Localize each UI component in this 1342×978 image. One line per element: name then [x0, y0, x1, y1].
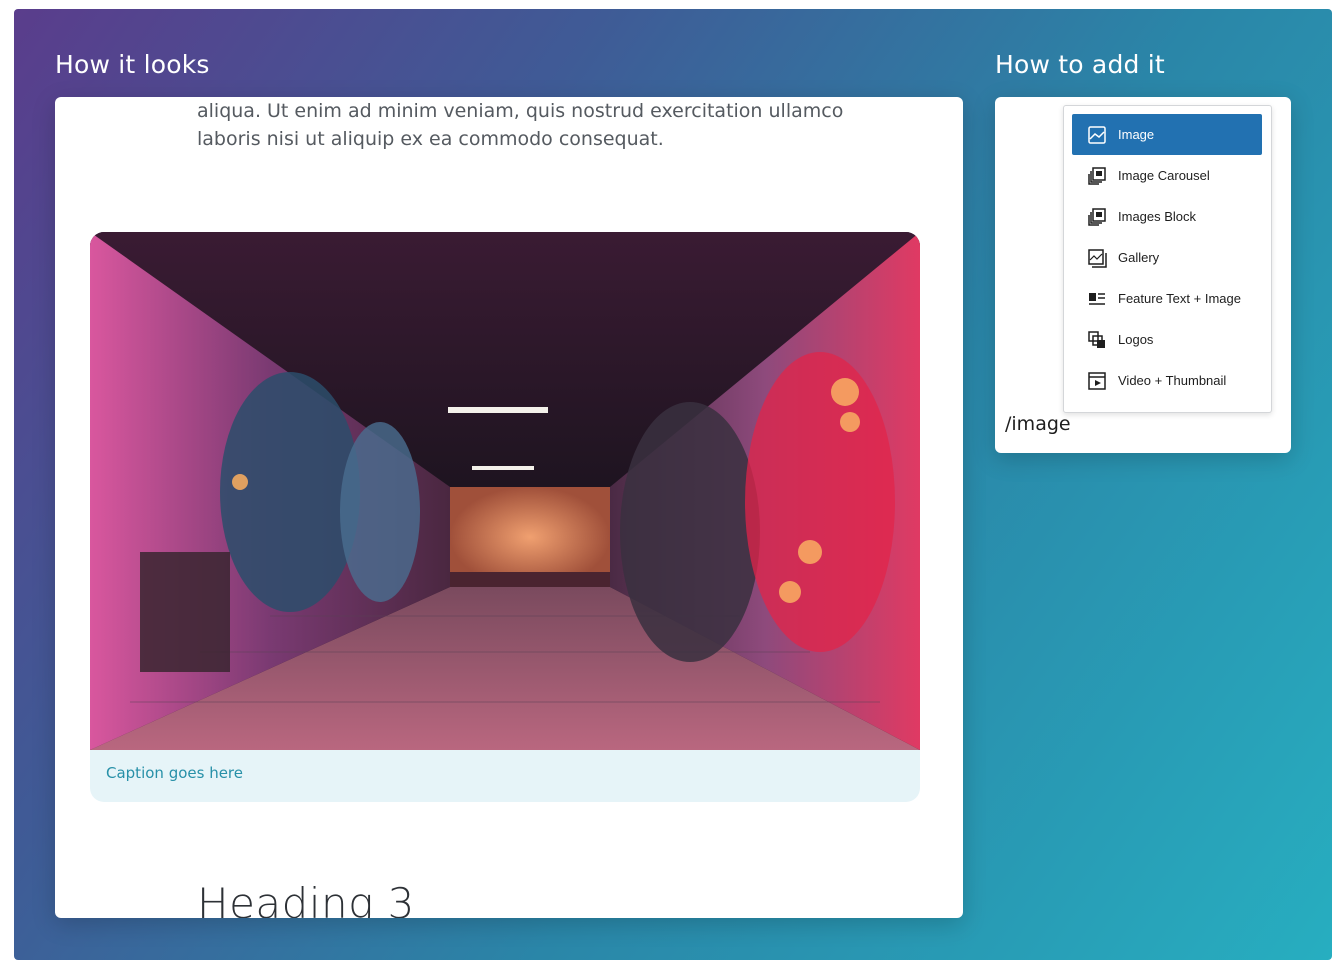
menu-item-image[interactable]: Image: [1072, 114, 1262, 155]
how-to-add-it-title: How to add it: [995, 50, 1165, 79]
gallery-icon: [1086, 247, 1108, 269]
heading-3: Heading 3: [197, 879, 415, 918]
menu-item-video-thumbnail[interactable]: Video + Thumbnail: [1072, 360, 1262, 401]
menu-item-label: Gallery: [1118, 250, 1160, 265]
menu-item-logos[interactable]: Logos: [1072, 319, 1262, 360]
editor-card: Image Image Carousel Images Block Galler…: [995, 97, 1291, 453]
image-carousel-icon: [1086, 165, 1108, 187]
menu-item-images-block[interactable]: Images Block: [1072, 196, 1262, 237]
paragraph-line: laboris nisi ut aliquip ex ea commodo co…: [197, 128, 664, 150]
menu-item-label: Feature Text + Image: [1118, 291, 1241, 306]
menu-item-feature-text-image[interactable]: Feature Text + Image: [1072, 278, 1262, 319]
video-thumbnail-icon: [1086, 370, 1108, 392]
how-it-looks-title: How it looks: [55, 50, 210, 79]
menu-item-gallery[interactable]: Gallery: [1072, 237, 1262, 278]
block-inserter-menu: Image Image Carousel Images Block Galler…: [1063, 105, 1272, 413]
images-block-icon: [1086, 206, 1108, 228]
menu-item-label: Logos: [1118, 332, 1154, 347]
preview-card: aliqua. Ut enim ad minim veniam, quis no…: [55, 97, 963, 918]
menu-item-label: Images Block: [1118, 209, 1197, 224]
feature-text-image-icon: [1086, 288, 1108, 310]
image-icon: [1086, 124, 1108, 146]
image-figure: Caption goes here: [90, 232, 920, 802]
showcase-background: How it looks How to add it aliqua. Ut en…: [14, 9, 1332, 960]
menu-item-label: Video + Thumbnail: [1118, 373, 1227, 388]
logos-icon: [1086, 329, 1108, 351]
paragraph-line: aliqua. Ut enim ad minim veniam, quis no…: [197, 100, 844, 122]
body-paragraph: aliqua. Ut enim ad minim veniam, quis no…: [197, 97, 844, 153]
menu-item-label: Image: [1118, 127, 1155, 142]
image-caption: Caption goes here: [106, 764, 243, 782]
slash-command-text[interactable]: /image: [1005, 413, 1071, 435]
graffiti-tunnel-photo: [90, 232, 920, 750]
menu-item-image-carousel[interactable]: Image Carousel: [1072, 155, 1262, 196]
menu-item-label: Image Carousel: [1118, 168, 1210, 183]
